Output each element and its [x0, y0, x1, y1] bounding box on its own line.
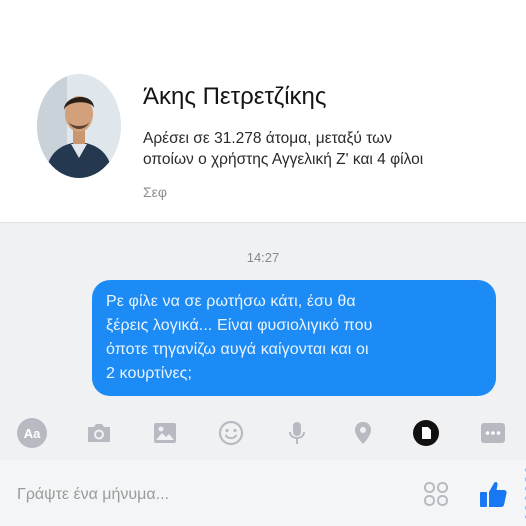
microphone-button[interactable]: [282, 418, 312, 448]
camera-button[interactable]: [84, 418, 114, 448]
likes-summary: Αρέσει σε 31.278 άτομα, μεταξύ των οποίω…: [143, 128, 513, 170]
more-icon: [481, 423, 505, 443]
text-style-button[interactable]: Aa: [17, 418, 47, 448]
message-bubble[interactable]: Ρε φίλε να σε ρωτήσω κάτι, έσυ θα ξέρεις…: [92, 280, 496, 396]
sticker-button[interactable]: [422, 480, 450, 508]
emoji-button[interactable]: [216, 418, 246, 448]
gallery-icon: [154, 423, 176, 443]
sticker-icon: [424, 482, 448, 506]
likes-line: Αρέσει σε 31.278 άτομα, μεταξύ των: [143, 130, 392, 147]
watermark: 186636: [504, 444, 526, 524]
watermark-text: 186636: [522, 465, 526, 522]
message-timestamp: 14:27: [246, 250, 280, 265]
message-input[interactable]: Γράψτε ένα μήνυμα...: [17, 486, 169, 504]
message-line: 2 κουρτίνες;: [106, 365, 193, 382]
page-category: Σεφ: [143, 184, 167, 200]
composer-toolbar: Aa: [0, 406, 526, 460]
message-line: όποτε τηγανίζω αυγά καίγονται και οι: [106, 341, 369, 358]
location-button[interactable]: [348, 418, 378, 448]
avatar[interactable]: [37, 74, 121, 178]
location-icon: [355, 422, 371, 444]
emoji-icon: [218, 420, 244, 446]
message-line: ξέρεις λογικά... Είναι φυσιολιγικό που: [106, 317, 373, 334]
camera-icon: [88, 424, 110, 442]
message-line: Ρε φίλε να σε ρωτήσω κάτι, έσυ θα: [106, 293, 356, 310]
file-button[interactable]: [411, 418, 441, 448]
microphone-icon: [289, 422, 305, 444]
text-style-label: Aa: [23, 425, 41, 441]
gallery-button[interactable]: [150, 418, 180, 448]
page-name[interactable]: Άκης Πετρετζίκης: [143, 83, 326, 111]
page-header: Άκης Πετρετζίκης Αρέσει σε 31.278 άτομα,…: [0, 0, 526, 223]
text-style-icon: Aa: [17, 418, 47, 448]
file-icon: [413, 420, 439, 446]
message-composer: Γράψτε ένα μήνυμα...: [0, 460, 526, 526]
likes-line: οποίων ο χρήστης Αγγελική Ζ' και 4 φίλοι: [143, 151, 424, 168]
